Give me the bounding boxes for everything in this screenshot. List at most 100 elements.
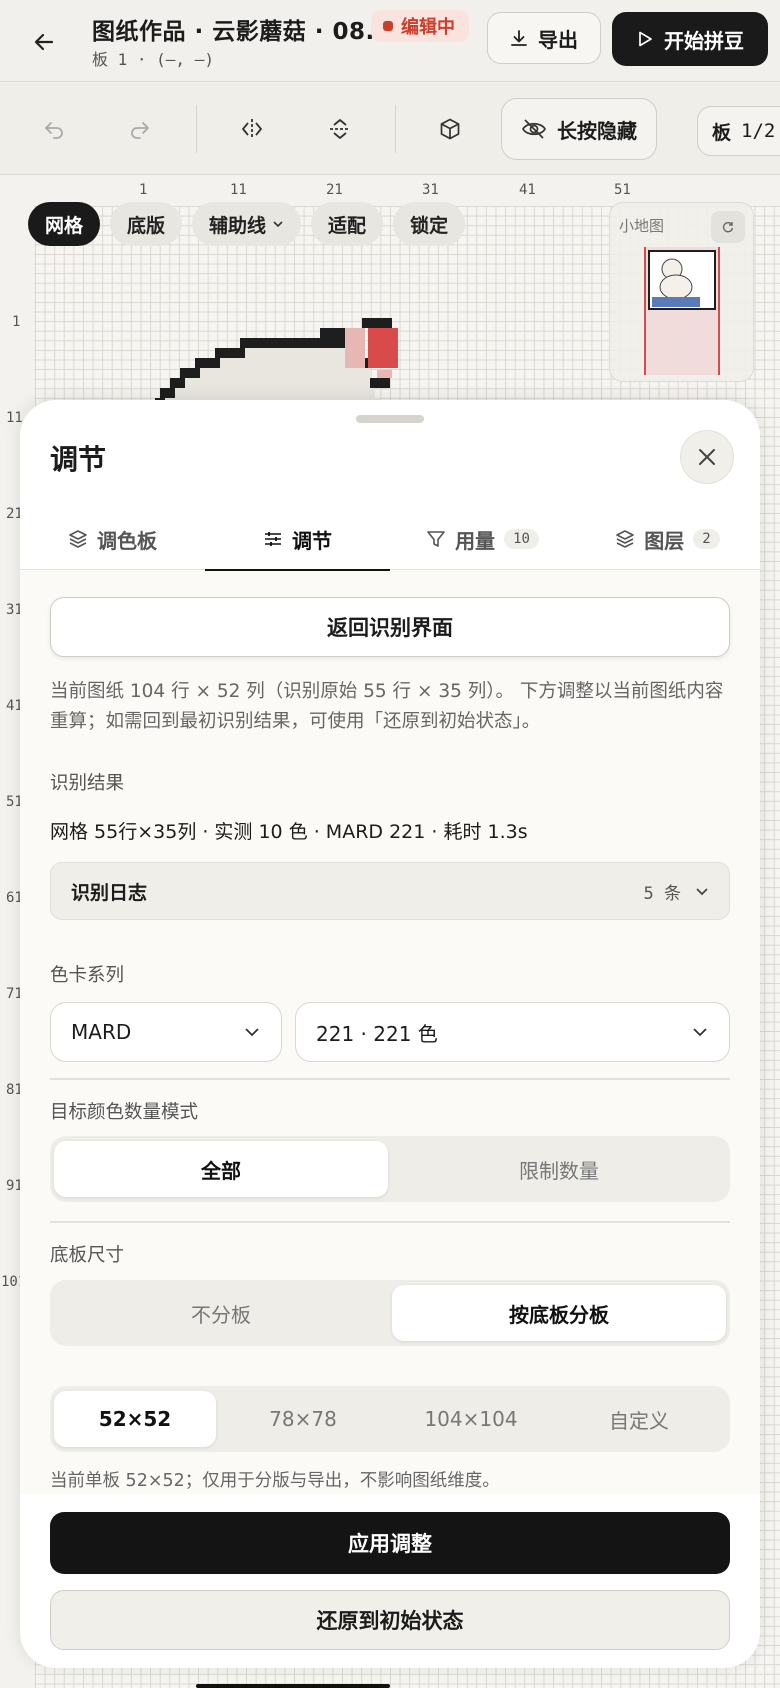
lock-chip-label: 锁定 <box>410 214 449 237</box>
cube-icon <box>438 117 462 141</box>
eye-off-icon <box>521 118 547 140</box>
ruler-col-label: 31 <box>422 182 439 198</box>
tab-adjust[interactable]: 调节 <box>205 508 390 571</box>
size-option-78[interactable]: 78×78 <box>222 1391 384 1447</box>
section-divider <box>50 1221 730 1223</box>
size-option-custom[interactable]: 自定义 <box>558 1391 720 1447</box>
play-icon <box>636 30 654 48</box>
refresh-icon[interactable] <box>711 211 745 243</box>
base-chip[interactable]: 底版 <box>110 202 183 246</box>
result-section-label: 识别结果 <box>50 773 125 794</box>
back-button[interactable] <box>24 22 64 62</box>
board-size-options: 52×52 78×78 104×104 自定义 <box>50 1386 730 1452</box>
tab-usage-count: 10 <box>504 529 539 549</box>
apply-adjustments-label: 应用调整 <box>348 1532 432 1556</box>
canvas-chip-bar: 网格 底版 辅助线 适配 锁定 <box>28 202 466 246</box>
redo-button[interactable] <box>118 107 162 151</box>
flip-vertical-button[interactable] <box>318 107 362 151</box>
color-mode-limit[interactable]: 限制数量 <box>392 1141 726 1197</box>
board-page: 1/2 <box>741 120 776 142</box>
arrow-left-icon <box>32 30 56 54</box>
recognition-log-toggle[interactable]: 识别日志 5 条 <box>50 862 730 920</box>
long-press-hide-label: 长按隐藏 <box>557 118 637 143</box>
lock-chip[interactable]: 锁定 <box>393 202 466 246</box>
palette-set-value: 221 · 221 色 <box>316 1021 438 1046</box>
filter-icon <box>426 529 446 549</box>
top-app-bar: 图纸作品 · 云影蘑菇 · 08... 板 1 · (–, –) 编辑中 导出 … <box>0 0 780 82</box>
sheet-drag-handle[interactable] <box>356 415 424 423</box>
toolbar-divider <box>196 105 197 153</box>
minimap[interactable]: 小地图 <box>609 202 754 382</box>
grid-chip[interactable]: 网格 <box>28 202 101 246</box>
toolbar-divider <box>395 105 396 153</box>
tab-palette-label: 调色板 <box>97 528 157 553</box>
no-split-option[interactable]: 不分板 <box>54 1285 388 1341</box>
recognition-log-count: 5 条 <box>643 883 681 904</box>
export-button-label: 导出 <box>538 27 578 52</box>
board-selector[interactable]: 板 1/2 <box>697 106 780 156</box>
chevron-down-icon <box>695 884 709 898</box>
3d-view-button[interactable] <box>428 107 472 151</box>
tab-usage-label: 用量 <box>455 528 496 553</box>
guides-chip-label: 辅助线 <box>209 214 267 237</box>
board-split-toggle: 不分板 按底板分板 <box>50 1280 730 1346</box>
tab-layers-count: 2 <box>693 529 720 549</box>
start-beading-button[interactable]: 开始拼豆 <box>612 12 768 66</box>
home-indicator <box>196 1684 390 1688</box>
return-to-recognition-button[interactable]: 返回识别界面 <box>50 597 730 657</box>
ruler-col-label: 21 <box>326 182 343 198</box>
tab-usage[interactable]: 用量 10 <box>390 508 575 570</box>
close-button[interactable] <box>680 430 734 484</box>
size-option-52[interactable]: 52×52 <box>54 1391 216 1447</box>
palette-series-value: MARD <box>71 1020 132 1044</box>
apply-adjustments-button[interactable]: 应用调整 <box>50 1512 730 1574</box>
flip-horizontal-icon <box>239 116 265 142</box>
tab-adjust-label: 调节 <box>292 528 332 553</box>
split-by-board-option[interactable]: 按底板分板 <box>392 1285 726 1341</box>
sliders-icon <box>263 529 283 549</box>
ruler-col-label: 11 <box>230 182 247 198</box>
status-badge: 编辑中 <box>371 10 469 42</box>
tab-palette[interactable]: 调色板 <box>20 508 205 570</box>
download-icon <box>510 29 528 47</box>
chevron-down-icon <box>272 218 284 230</box>
sheet-tabs: 调色板 调节 用量 10 图层 2 <box>20 508 760 571</box>
return-to-recognition-label: 返回识别界面 <box>327 616 453 640</box>
minimap-label: 小地图 <box>619 217 665 235</box>
sheet-title: 调节 <box>50 443 107 476</box>
board-selector-label: 板 <box>712 121 732 144</box>
ruler-col-label: 1 <box>139 182 148 198</box>
color-mode-all[interactable]: 全部 <box>54 1141 388 1197</box>
fit-chip[interactable]: 适配 <box>311 202 384 246</box>
palette-set-select[interactable]: 221 · 221 色 <box>295 1002 730 1062</box>
export-button[interactable]: 导出 <box>487 12 601 64</box>
adjust-panel[interactable]: 返回识别界面 当前图纸 104 行 × 52 列（识别原始 55 行 × 35 … <box>20 571 760 1494</box>
start-beading-label: 开始拼豆 <box>664 28 744 53</box>
palette-series-select[interactable]: MARD <box>50 1002 282 1062</box>
layers-icon <box>68 529 88 549</box>
flip-vertical-icon <box>327 116 353 142</box>
undo-icon <box>42 117 66 141</box>
reset-to-initial-button[interactable]: 还原到初始状态 <box>50 1590 730 1650</box>
section-divider <box>50 1078 730 1080</box>
flip-horizontal-button[interactable] <box>230 107 274 151</box>
palette-section-label: 色卡系列 <box>50 965 125 986</box>
recognition-summary: 网格 55行×35列 · 实测 10 色 · MARD 221 · 耗时 1.3… <box>50 821 528 843</box>
chevron-down-icon <box>691 1023 709 1041</box>
size-option-104[interactable]: 104×104 <box>390 1391 552 1447</box>
status-dot <box>383 21 393 31</box>
guides-chip[interactable]: 辅助线 <box>192 202 302 246</box>
ruler-row-label: 11 <box>6 410 23 426</box>
tab-layers[interactable]: 图层 2 <box>575 508 760 570</box>
board-size-note: 当前单板 52×52；仅用于分版与导出，不影响图纸维度。 <box>50 1471 500 1491</box>
ruler-row-label: 1 <box>12 314 21 330</box>
redo-icon <box>128 117 152 141</box>
page-title: 图纸作品 · 云影蘑菇 · 08... <box>92 19 394 45</box>
long-press-hide-button[interactable]: 长按隐藏 <box>501 98 657 160</box>
fit-chip-label: 适配 <box>328 214 367 237</box>
reset-to-initial-label: 还原到初始状态 <box>316 1609 464 1633</box>
bead-pattern <box>155 318 398 408</box>
ruler-col-label: 51 <box>614 182 631 198</box>
status-badge-label: 编辑中 <box>401 17 455 38</box>
undo-button[interactable] <box>32 107 76 151</box>
